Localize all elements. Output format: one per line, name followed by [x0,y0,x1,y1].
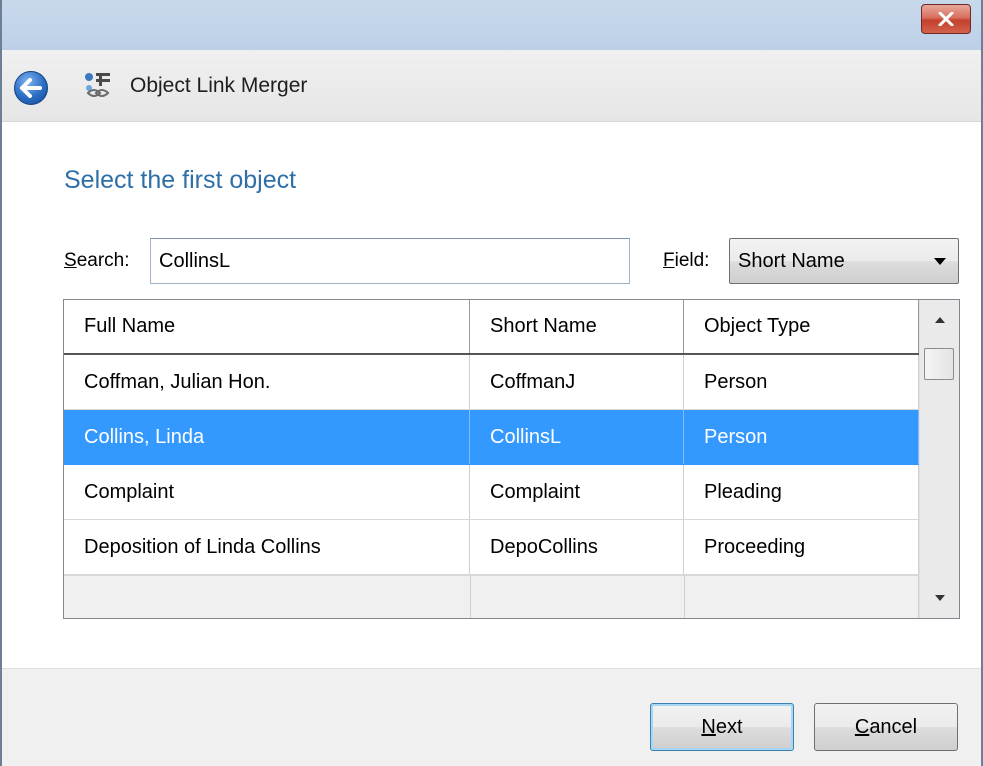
app-title: Object Link Merger [130,74,308,97]
wizard-footer: Next Cancel [2,668,981,766]
field-dropdown-value: Short Name [738,249,845,272]
cell-full-name: Deposition of Linda Collins [64,520,470,574]
close-button[interactable] [921,4,971,34]
title-bar [2,0,981,50]
back-arrow-icon [20,78,42,98]
wizard-header: Object Link Merger [2,50,981,122]
cell-short-name: Complaint [470,465,684,519]
chevron-down-icon [934,257,946,265]
cell-short-name: CollinsL [470,410,684,464]
vertical-scrollbar[interactable] [919,300,959,618]
cell-short-name: DepoCollins [470,520,684,574]
cell-object-type: Person [684,410,919,464]
object-grid[interactable]: Full Name Short Name Object Type Coffman… [63,299,960,619]
table-row[interactable]: Complaint Complaint Pleading [64,465,919,520]
cell-object-type: Pleading [684,465,919,519]
back-button[interactable] [14,71,48,105]
column-header-short-name[interactable]: Short Name [470,300,684,353]
scroll-down-button[interactable] [920,578,959,618]
cell-full-name: Complaint [64,465,470,519]
field-label: Field: [663,250,710,271]
next-button[interactable]: Next [650,703,794,751]
scroll-up-icon [935,317,945,323]
grid-header: Full Name Short Name Object Type [64,300,919,355]
cell-full-name: Collins, Linda [64,410,470,464]
cell-full-name: Coffman, Julian Hon. [64,355,470,409]
cancel-button[interactable]: Cancel [814,703,958,751]
cell-object-type: Person [684,355,919,409]
field-dropdown[interactable]: Short Name [729,238,959,284]
wizard-window: Object Link Merger Select the first obje… [0,0,983,766]
column-header-full-name[interactable]: Full Name [64,300,470,353]
column-header-object-type[interactable]: Object Type [684,300,919,353]
table-row[interactable]: Deposition of Linda Collins DepoCollins … [64,520,919,575]
grid-empty-area [64,575,919,618]
table-row[interactable]: Coffman, Julian Hon. CoffmanJ Person [64,355,919,410]
table-row-selected[interactable]: Collins, Linda CollinsL Person [64,410,919,465]
link-merger-icon [85,73,110,97]
grid-body: Full Name Short Name Object Type Coffman… [64,300,919,618]
close-icon [938,12,954,26]
scroll-up-button[interactable] [920,300,959,340]
search-input[interactable] [150,238,630,284]
page-heading: Select the first object [64,166,297,194]
scrollbar-thumb[interactable] [924,348,954,380]
cell-object-type: Proceeding [684,520,919,574]
column-divider [684,576,685,618]
scroll-down-icon [935,595,945,601]
search-label: Search: [64,250,130,271]
column-divider [470,576,471,618]
cell-short-name: CoffmanJ [470,355,684,409]
